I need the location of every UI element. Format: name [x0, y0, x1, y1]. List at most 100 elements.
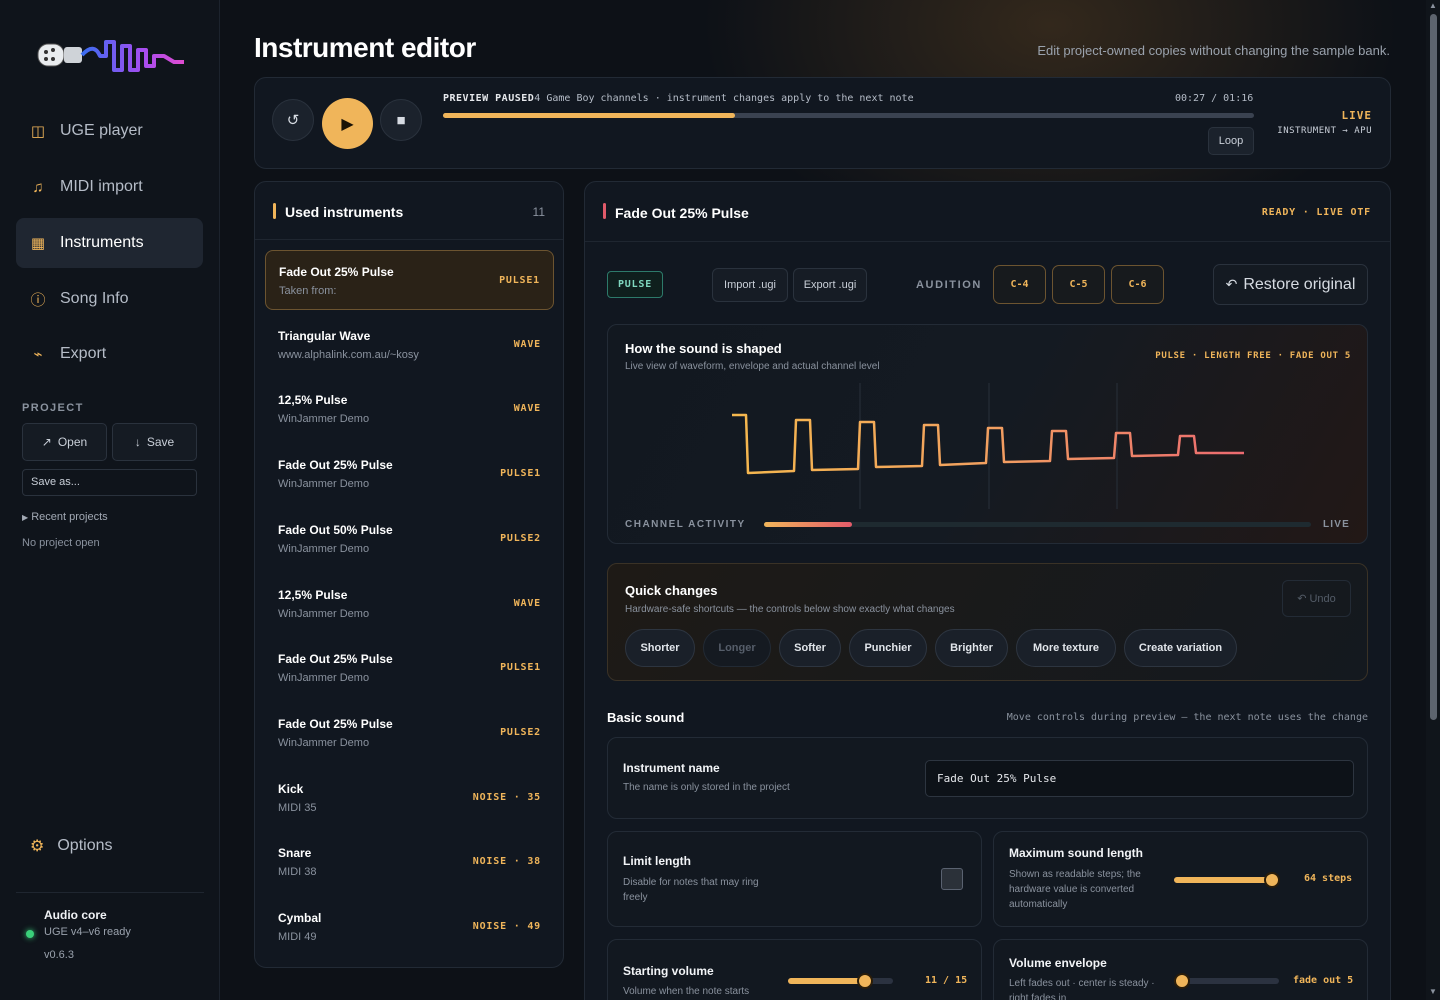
instrument-source: WinJammer Demo: [278, 542, 370, 555]
instrument-list-item[interactable]: Cymbal MIDI 49 NOISE · 49: [265, 897, 554, 957]
instrument-type-badge: PULSE1: [500, 662, 541, 674]
open-arrow-icon: ↗: [41, 435, 52, 449]
playback-progress-bar[interactable]: [443, 113, 1254, 118]
quick-brighter-button[interactable]: Brighter: [935, 629, 1008, 667]
sidebar-item-export[interactable]: ⌁ Export: [16, 329, 203, 379]
page-subtitle: Edit project-owned copies without changi…: [1037, 43, 1390, 58]
instrument-type-badge: PULSE2: [500, 726, 541, 738]
audition-c6-button[interactable]: C-6: [1111, 265, 1164, 304]
slider-thumb[interactable]: [856, 973, 873, 989]
restart-button[interactable]: ↺: [272, 99, 314, 141]
instrument-source: Taken from:: [279, 285, 337, 297]
instrument-list-item[interactable]: 12,5% Pulse WinJammer Demo WAVE: [265, 574, 554, 634]
instrument-count: 11: [532, 205, 545, 219]
instrument-type-badge: NOISE · 49: [472, 921, 541, 932]
quick-more-texture-button[interactable]: More texture: [1016, 629, 1116, 667]
restore-label: Restore original: [1243, 275, 1356, 293]
max-length-card: Maximum sound length Shown as readable s…: [993, 831, 1368, 927]
open-label: Open: [57, 435, 88, 449]
quick-changes-card: Quick changes Hardware-safe shortcuts — …: [607, 563, 1368, 681]
instrument-name: 12,5% Pulse: [278, 587, 348, 602]
save-as-input[interactable]: Save as...: [22, 469, 197, 496]
volume-envelope-slider[interactable]: [1174, 973, 1279, 989]
instrument-name: Snare: [278, 846, 312, 861]
scroll-thumb[interactable]: [1430, 14, 1437, 720]
instrument-list-item[interactable]: 12,5% Pulse WinJammer Demo WAVE: [265, 379, 554, 439]
undo-button[interactable]: ↶ Undo: [1282, 580, 1351, 617]
limit-length-checkbox[interactable]: [941, 868, 963, 890]
instrument-name: Triangular Wave: [278, 328, 371, 343]
sidebar-item-uge-player[interactable]: ◫ UGE player: [16, 106, 203, 156]
gear-icon: ⚙: [30, 838, 45, 855]
instrument-type-badge: WAVE: [513, 338, 541, 350]
limit-length-card: Limit length Disable for notes that may …: [607, 831, 982, 927]
audition-c4-button[interactable]: C-4: [993, 265, 1046, 304]
instrument-list-item[interactable]: Fade Out 25% Pulse WinJammer Demo PULSE1: [265, 444, 554, 504]
app-logo: [37, 40, 184, 72]
instrument-editor-panel: Fade Out 25% Pulse READY · LIVE OTF PULS…: [584, 181, 1391, 1000]
page-scrollbar[interactable]: ▲ ▼: [1426, 0, 1440, 1000]
slider-fill: [788, 978, 865, 984]
audition-c5-button[interactable]: C-5: [1052, 265, 1105, 304]
instrument-list-item[interactable]: Fade Out 25% Pulse WinJammer Demo PULSE1: [265, 638, 554, 698]
info-icon: ⓘ: [30, 291, 46, 309]
sidebar-item-label: UGE player: [60, 122, 143, 139]
slider-thumb[interactable]: [1174, 973, 1191, 989]
audition-label: AUDITION: [916, 279, 982, 291]
stop-button[interactable]: ■: [380, 99, 422, 141]
sidebar-item-instruments[interactable]: ▦ Instruments: [16, 218, 203, 268]
columns-icon: ◫: [30, 123, 46, 140]
quick-create-variation-button[interactable]: Create variation: [1124, 629, 1237, 667]
sidebar-item-label: Song Info: [60, 290, 129, 307]
quick-punchier-button[interactable]: Punchier: [849, 629, 927, 667]
open-project-button[interactable]: ↗ Open: [22, 423, 107, 461]
sidebar-item-label: MIDI import: [60, 178, 143, 195]
options-nav-item[interactable]: ⚙ Options: [30, 836, 112, 856]
loop-button[interactable]: Loop: [1208, 127, 1254, 155]
instrument-source: WinJammer Demo: [278, 478, 370, 491]
sidebar-item-midi-import[interactable]: ♫ MIDI import: [16, 162, 203, 212]
waveform-visualization: [732, 383, 1244, 509]
play-icon: ▶: [341, 115, 354, 133]
quick-softer-button[interactable]: Softer: [779, 629, 841, 667]
sidebar-item-song-info[interactable]: ⓘ Song Info: [16, 274, 203, 324]
import-ugi-button[interactable]: Import .ugi: [712, 268, 788, 302]
play-button[interactable]: ▶: [322, 98, 373, 149]
limit-length-subtitle: Disable for notes that may ring freely: [623, 877, 759, 903]
instrument-list-item[interactable]: Fade Out 50% Pulse WinJammer Demo PULSE2: [265, 509, 554, 569]
instrument-source: WinJammer Demo: [278, 413, 370, 426]
status-dot: [26, 930, 34, 938]
export-ugi-button[interactable]: Export .ugi: [793, 268, 867, 302]
instrument-list-item[interactable]: Kick MIDI 35 NOISE · 35: [265, 768, 554, 828]
waveform-line: [732, 413, 1244, 475]
instrument-name-input[interactable]: Fade Out 25% Pulse: [925, 760, 1354, 797]
restore-original-button[interactable]: ↶ Restore original: [1213, 264, 1368, 305]
instrument-list-panel: Used instruments 11 Fade Out 25% Pulse Ta…: [254, 181, 564, 968]
instrument-source: WinJammer Demo: [278, 736, 370, 749]
preview-status: PREVIEW PAUSED4 Game Boy channels · inst…: [443, 93, 914, 104]
instrument-list-item[interactable]: Snare MIDI 38 NOISE · 38: [265, 832, 554, 892]
starting-volume-slider[interactable]: [788, 973, 893, 989]
instrument-list-item[interactable]: Fade Out 25% Pulse WinJammer Demo PULSE2: [265, 703, 554, 763]
instrument-name: Cymbal: [278, 911, 322, 925]
quick-shorter-button[interactable]: Shorter: [625, 629, 695, 667]
instrument-list-item[interactable]: Triangular Wave www.alphalink.com.au/~kos…: [265, 315, 554, 375]
save-project-button[interactable]: ↓ Save: [112, 423, 197, 461]
instrument-list-item[interactable]: Fade Out 25% Pulse Taken from: PULSE1: [265, 250, 554, 310]
quick-longer-button[interactable]: Longer: [703, 629, 771, 667]
max-length-slider[interactable]: [1174, 872, 1280, 888]
restart-icon: ↺: [286, 112, 300, 129]
scroll-down-icon[interactable]: ▼: [1428, 987, 1438, 996]
slider-thumb[interactable]: [1264, 872, 1280, 888]
scroll-up-icon[interactable]: ▲: [1428, 1, 1438, 10]
recent-projects-label: Recent projects: [31, 511, 108, 523]
recent-projects-toggle[interactable]: ▶ Recent projects: [22, 511, 108, 523]
channel-live-label: LIVE: [1322, 519, 1350, 530]
audio-core-title: Audio core: [44, 908, 107, 922]
max-length-title: Maximum sound length: [1009, 846, 1144, 860]
basic-sound-hint: Move controls during preview — the next …: [1006, 712, 1368, 723]
live-tag: LIVE: [1341, 109, 1372, 122]
sound-shape-card: How the sound is shaped Live view of wav…: [607, 324, 1368, 544]
editor-header: Fade Out 25% Pulse READY · LIVE OTF: [585, 182, 1390, 242]
volume-envelope-value: fade out 5: [1293, 975, 1354, 986]
